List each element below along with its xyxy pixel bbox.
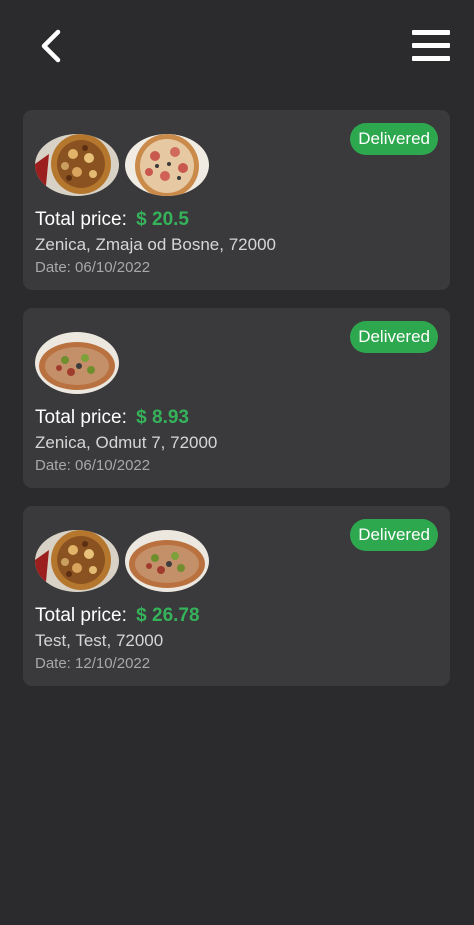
status-badge: Delivered <box>350 123 438 155</box>
total-price: Total price: $ 8.93 <box>35 407 189 429</box>
order-card[interactable]: Delivered Total price: $ 26.78 Test, Tes… <box>23 506 450 686</box>
hamburger-menu-icon <box>412 30 450 61</box>
price-label: Total price: <box>35 407 127 428</box>
order-list: Delivered Total price: $ 20.5 Zenica, Zm… <box>23 110 450 704</box>
total-price: Total price: $ 20.5 <box>35 209 189 231</box>
veggie-pizza-image <box>35 332 119 394</box>
price-value: $ 8.93 <box>136 407 189 428</box>
price-label: Total price: <box>35 209 127 230</box>
order-date: Date: 06/10/2022 <box>35 259 151 276</box>
total-price: Total price: $ 26.78 <box>35 605 200 627</box>
top-bar <box>0 0 474 95</box>
order-items <box>35 134 215 196</box>
order-date: Date: 06/10/2022 <box>35 457 151 474</box>
order-items <box>35 332 125 394</box>
chevron-left-icon <box>41 29 61 63</box>
back-button[interactable] <box>34 26 74 66</box>
status-badge: Delivered <box>350 519 438 551</box>
order-card[interactable]: Delivered Total price: $ 8.93 Zenica, Od… <box>23 308 450 488</box>
order-items <box>35 530 215 592</box>
bbq-chicken-pizza-image <box>35 134 119 196</box>
price-label: Total price: <box>35 605 127 626</box>
delivery-address: Test, Test, 72000 <box>35 631 164 650</box>
status-badge: Delivered <box>350 321 438 353</box>
delivery-address: Zenica, Odmut 7, 72000 <box>35 433 218 452</box>
veggie-pizza-image <box>125 530 209 592</box>
price-value: $ 20.5 <box>136 209 189 230</box>
ham-pizza-image <box>125 134 209 196</box>
menu-button[interactable] <box>410 28 454 64</box>
bbq-chicken-pizza-image <box>35 530 119 592</box>
delivery-address: Zenica, Zmaja od Bosne, 72000 <box>35 235 276 254</box>
price-value: $ 26.78 <box>136 605 200 626</box>
order-card[interactable]: Delivered Total price: $ 20.5 Zenica, Zm… <box>23 110 450 290</box>
order-date: Date: 12/10/2022 <box>35 655 151 672</box>
